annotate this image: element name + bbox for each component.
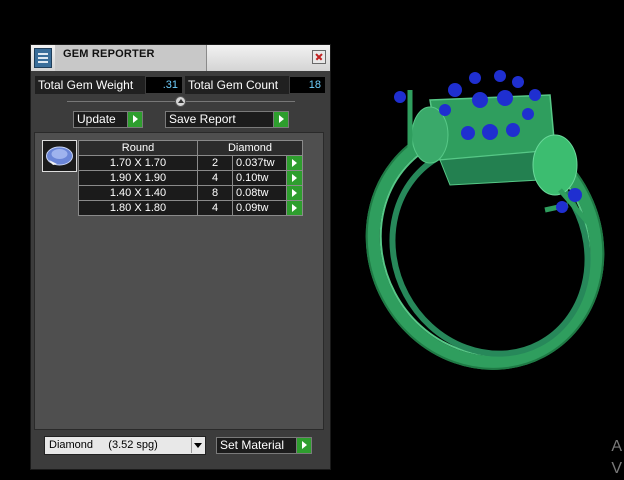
gem-weight: 0.09tw (232, 200, 287, 216)
title-bar[interactable]: GEM REPORTER (31, 45, 330, 71)
gem-size: 1.90 X 1.90 (78, 170, 198, 186)
save-report-button-label: Save Report (169, 112, 236, 126)
row-select-button[interactable] (286, 155, 303, 171)
total-gem-weight-label: Total Gem Weight (35, 76, 145, 94)
chevron-down-icon[interactable] (191, 438, 204, 453)
gem-count: 2 (197, 155, 233, 171)
total-gem-weight-value: .31 (146, 77, 182, 93)
gem-reporter-icon (34, 48, 52, 68)
play-arrow-icon (273, 112, 288, 127)
gem-list: Round Diamond 1.70 X 1.70 2 0.037tw 1.90… (34, 132, 324, 430)
shape-header: Round (78, 140, 198, 156)
update-button-label: Update (77, 112, 116, 126)
update-button[interactable]: Update (73, 111, 143, 128)
viewport-edge-text: A (611, 438, 622, 455)
gem-reporter-panel: GEM REPORTER Total Gem Weight .31 Total … (30, 44, 331, 470)
gem-table: Round Diamond 1.70 X 1.70 2 0.037tw 1.90… (78, 140, 303, 216)
play-arrow-icon (287, 186, 302, 200)
gem-count: 8 (197, 185, 233, 201)
table-header: Round Diamond (78, 140, 303, 156)
gem-weight: 0.037tw (232, 155, 287, 171)
table-row[interactable]: 1.40 X 1.40 8 0.08tw (78, 185, 303, 201)
material-header: Diamond (197, 140, 303, 156)
gem-count: 4 (197, 170, 233, 186)
side-stone-setting (532, 134, 578, 196)
gem-weight: 0.10tw (232, 170, 287, 186)
ring-3d-viewport[interactable] (350, 40, 620, 380)
gem-count: 4 (197, 200, 233, 216)
gem-weight: 0.08tw (232, 185, 287, 201)
row-select-button[interactable] (286, 170, 303, 186)
play-arrow-icon (296, 438, 311, 453)
material-select-value: Diamond (3.52 spg) (49, 439, 158, 451)
round-gem-icon[interactable] (42, 140, 77, 172)
play-arrow-icon (287, 201, 302, 215)
viewport-edge-text: V (611, 460, 622, 477)
set-material-button-label: Set Material (220, 438, 285, 452)
material-select[interactable]: Diamond (3.52 spg) (44, 436, 206, 455)
table-row[interactable]: 1.80 X 1.80 4 0.09tw (78, 200, 303, 216)
window-title: GEM REPORTER (63, 48, 155, 60)
gem-size: 1.70 X 1.70 (78, 155, 198, 171)
row-select-button[interactable] (286, 185, 303, 201)
row-select-button[interactable] (286, 200, 303, 216)
play-arrow-icon (287, 156, 302, 170)
total-gem-count-value: 18 (290, 77, 325, 93)
collapse-arrow-icon[interactable] (175, 96, 186, 107)
close-icon[interactable] (312, 50, 326, 64)
save-report-button[interactable]: Save Report (165, 111, 289, 128)
gem-size: 1.80 X 1.80 (78, 200, 198, 216)
gem-size: 1.40 X 1.40 (78, 185, 198, 201)
set-material-button[interactable]: Set Material (216, 437, 312, 454)
total-gem-count-label: Total Gem Count (185, 76, 289, 94)
title-tab: GEM REPORTER (55, 45, 207, 71)
play-arrow-icon (127, 112, 142, 127)
table-row[interactable]: 1.90 X 1.90 4 0.10tw (78, 170, 303, 186)
play-arrow-icon (287, 171, 302, 185)
table-row[interactable]: 1.70 X 1.70 2 0.037tw (78, 155, 303, 171)
